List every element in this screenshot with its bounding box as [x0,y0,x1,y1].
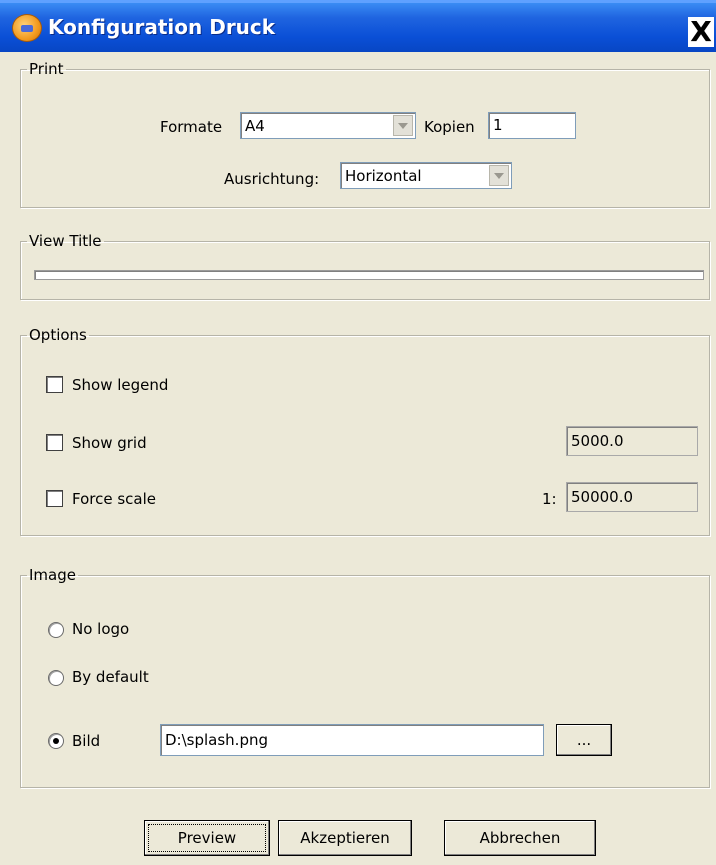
scale-prefix-label: 1: [542,490,557,508]
chevron-down-icon[interactable] [489,165,509,186]
view-title-legend: View Title [29,232,102,250]
window-title: Konfiguration Druck [48,15,276,39]
force-scale-checkbox[interactable] [46,490,63,507]
show-legend-checkbox[interactable] [46,376,63,393]
grid-value-field[interactable]: 5000.0 [566,426,698,456]
orientation-select-value: Horizontal [345,167,422,185]
image-path-input[interactable]: D:\splash.png [160,724,544,756]
browse-button[interactable]: ... [556,724,612,756]
options-legend: Options [29,326,87,344]
close-button[interactable]: X [688,17,714,47]
bild-radio[interactable] [48,733,64,749]
copies-input[interactable]: 1 [488,112,576,139]
title-bar[interactable]: Konfiguration Druck X [0,0,716,52]
print-group-legend: Print [29,60,64,78]
view-title-input[interactable] [34,270,704,280]
bild-label: Bild [72,732,101,750]
by-default-label: By default [72,668,149,686]
show-grid-checkbox[interactable] [46,434,63,451]
app-globe-icon [12,14,42,42]
view-title-group: View Title [20,232,710,300]
by-default-radio[interactable] [48,670,64,686]
show-grid-label: Show grid [72,434,147,452]
close-icon: X [690,15,712,48]
copies-label: Kopien [424,118,475,136]
orientation-select[interactable]: Horizontal [340,162,512,189]
chevron-down-icon[interactable] [393,115,413,136]
accept-button[interactable]: Akzeptieren [278,820,412,856]
preview-button[interactable]: Preview [144,820,270,856]
no-logo-label: No logo [72,620,130,638]
force-scale-label: Force scale [72,490,157,508]
show-legend-label: Show legend [72,376,169,394]
format-select-value: A4 [245,117,265,135]
cancel-button[interactable]: Abbrechen [444,820,596,856]
format-label: Formate [160,118,223,136]
scale-value-field[interactable]: 50000.0 [566,482,698,512]
no-logo-radio[interactable] [48,622,64,638]
format-select[interactable]: A4 [240,112,416,139]
image-legend: Image [29,566,76,584]
orientation-label: Ausrichtung: [224,170,320,188]
